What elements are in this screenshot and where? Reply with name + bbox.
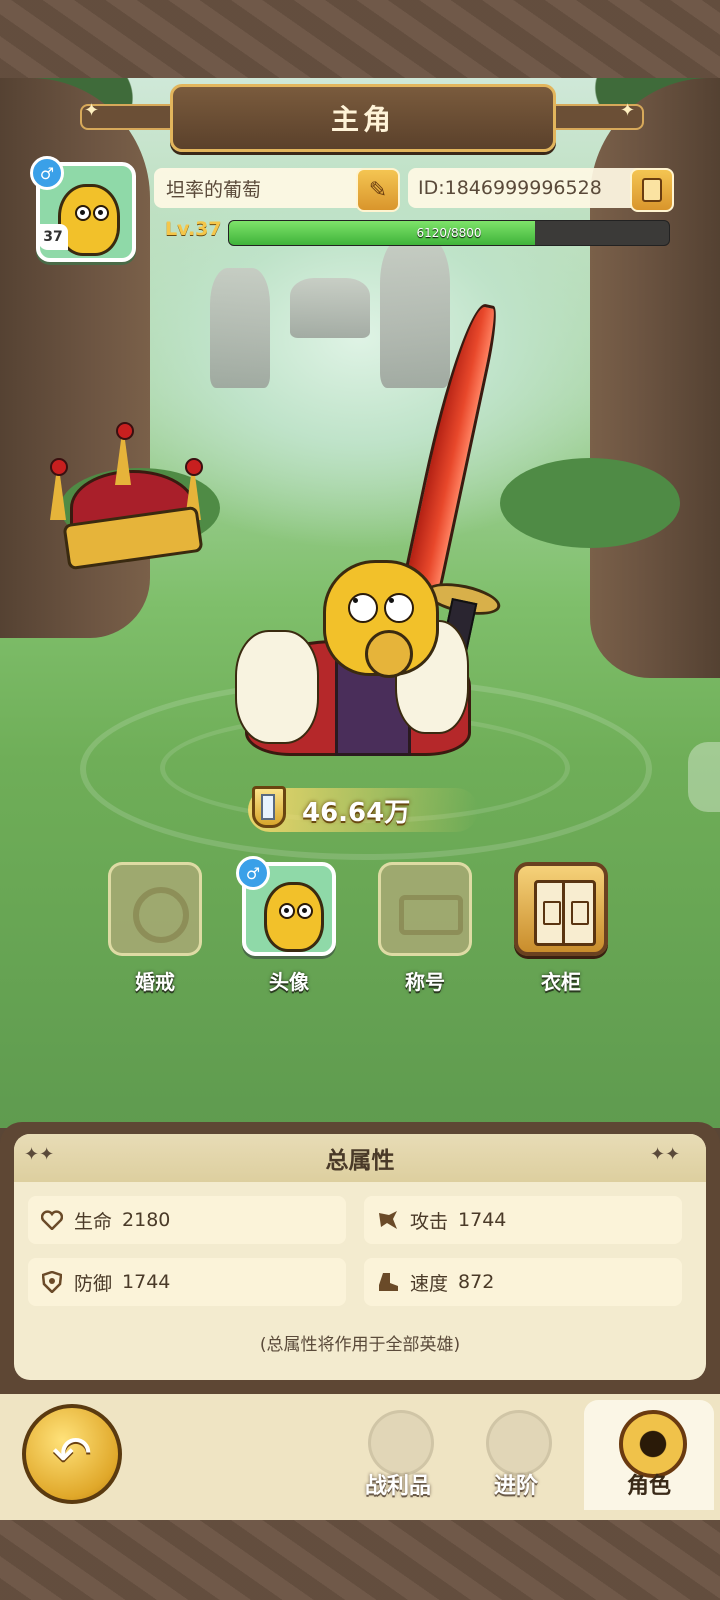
wardrobe-book-icon bbox=[534, 880, 596, 946]
shield-icon bbox=[40, 1270, 64, 1294]
page-title: 主角 bbox=[330, 103, 395, 136]
stat-attack-value: 1744 bbox=[458, 1209, 507, 1231]
stat-speed-name: 速度 bbox=[410, 1272, 449, 1295]
background-rock bbox=[210, 268, 270, 388]
stat-defense-value: 1744 bbox=[122, 1271, 171, 1293]
avatar-label: 头像 bbox=[269, 970, 309, 994]
attributes-title: 总属性 bbox=[325, 1148, 395, 1174]
experience-text: 6120/8800 bbox=[416, 226, 482, 240]
tab-loot-label: 战利品 bbox=[364, 1474, 431, 1499]
ring-label: 婚戒 bbox=[135, 970, 175, 994]
royal-medallion bbox=[365, 630, 413, 678]
gender-male-icon: ♂ bbox=[236, 856, 270, 890]
ring-button[interactable] bbox=[108, 862, 202, 956]
level-label: Lv.37 bbox=[165, 218, 222, 240]
player-id-text: ID:1846999996528 bbox=[418, 177, 602, 199]
tab-character[interactable]: 角色 bbox=[584, 1400, 714, 1510]
background-rock bbox=[380, 238, 450, 388]
side-scroll-hint[interactable] bbox=[688, 742, 720, 812]
stat-hp: 生命 2180 bbox=[28, 1196, 346, 1244]
advance-icon bbox=[486, 1410, 552, 1476]
back-button[interactable]: ↶ bbox=[22, 1404, 122, 1504]
back-arrow-icon: ↶ bbox=[51, 1426, 93, 1482]
tab-advance-label: 进阶 bbox=[493, 1474, 538, 1499]
stat-defense-name: 防御 bbox=[74, 1272, 113, 1295]
gender-male-icon: ♂ bbox=[30, 156, 64, 190]
sparkle-icon: ✦✦ bbox=[24, 1144, 55, 1165]
title-banner: 主角 bbox=[170, 84, 556, 152]
title-icon bbox=[399, 895, 463, 935]
wardrobe-label: 衣柜 bbox=[541, 970, 581, 994]
tab-character-label: 角色 bbox=[626, 1474, 671, 1499]
title-button[interactable] bbox=[378, 862, 472, 956]
attributes-note: (总属性将作用于全部英雄) bbox=[259, 1335, 461, 1355]
player-name-text: 坦率的葡萄 bbox=[166, 178, 262, 201]
title-label: 称号 bbox=[405, 970, 445, 994]
sparkle-icon: ✦✦ bbox=[650, 1144, 681, 1165]
avatar-level-badge: 37 bbox=[38, 224, 68, 250]
stat-speed: 速度 872 bbox=[364, 1258, 682, 1306]
heart-icon bbox=[40, 1208, 64, 1232]
combat-power-value: 46.64万 bbox=[302, 798, 411, 828]
pencil-icon: ✎ bbox=[368, 177, 388, 203]
stat-attack-name: 攻击 bbox=[410, 1210, 449, 1233]
sparkle-icon: ✦ bbox=[84, 100, 100, 121]
top-wood-frame bbox=[0, 0, 720, 80]
stat-speed-value: 872 bbox=[458, 1271, 495, 1293]
wardrobe-button[interactable] bbox=[514, 862, 608, 956]
stat-attack: 攻击 1744 bbox=[364, 1196, 682, 1244]
ring-icon bbox=[133, 887, 189, 943]
stat-hp-value: 2180 bbox=[122, 1209, 171, 1231]
attack-icon bbox=[376, 1208, 400, 1232]
stat-hp-name: 生命 bbox=[74, 1210, 113, 1233]
tab-loot[interactable]: 战利品 bbox=[338, 1400, 458, 1510]
background-rock bbox=[290, 278, 370, 338]
fur-collar-left bbox=[235, 630, 319, 744]
hero-crown bbox=[35, 422, 245, 571]
experience-bar: 6120/8800 bbox=[228, 220, 670, 246]
copy-icon bbox=[642, 178, 662, 202]
stat-defense: 防御 1744 bbox=[28, 1258, 346, 1306]
copy-id-button[interactable] bbox=[630, 168, 674, 212]
avatar-icon bbox=[264, 882, 324, 952]
sparkle-icon: ✦ bbox=[620, 100, 636, 121]
combat-power-icon bbox=[246, 780, 286, 830]
bush bbox=[500, 458, 680, 548]
edit-name-button[interactable]: ✎ bbox=[356, 168, 400, 212]
attributes-header: 总属性 bbox=[14, 1134, 706, 1182]
boot-icon bbox=[376, 1270, 400, 1294]
player-name: 坦率的葡萄 bbox=[154, 168, 390, 208]
loot-icon bbox=[368, 1410, 434, 1476]
tab-advance[interactable]: 进阶 bbox=[456, 1400, 576, 1510]
hero-character[interactable] bbox=[235, 520, 475, 756]
bottom-wood-frame bbox=[0, 1520, 720, 1600]
